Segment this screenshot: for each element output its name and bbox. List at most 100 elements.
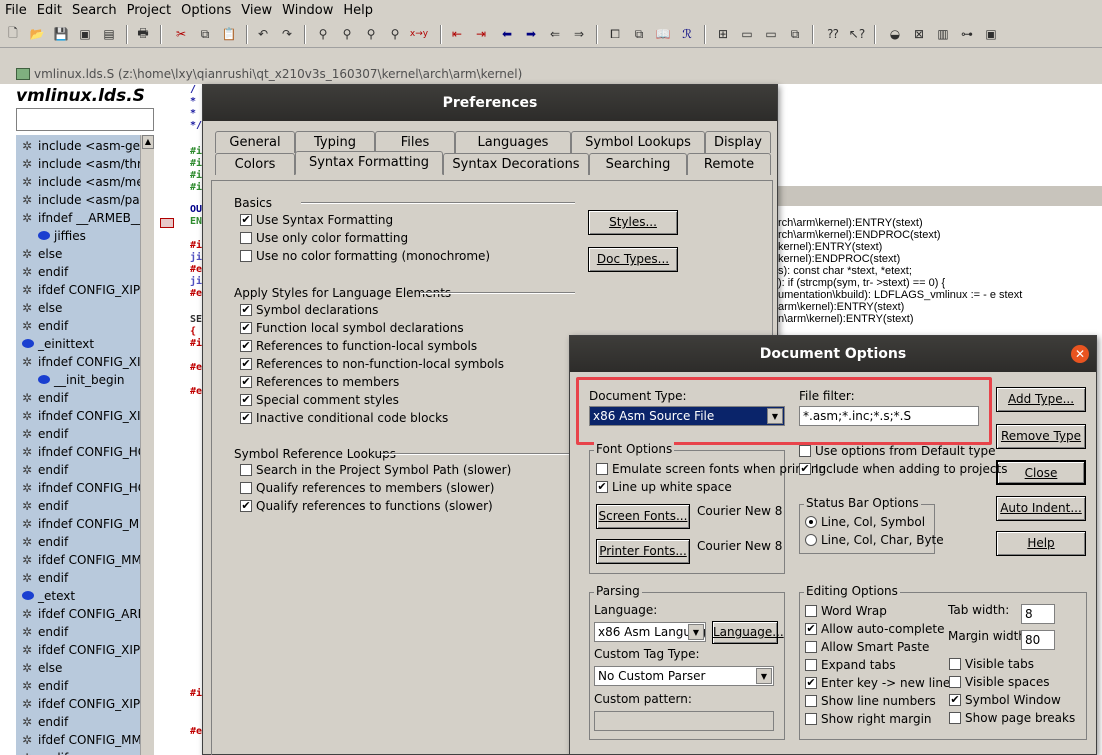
include-projects-checkbox[interactable]: ✔ [799,463,811,475]
apply-style-option-checkbox[interactable]: ✔ [240,394,252,406]
symbol-list-item[interactable]: ✲ endif [16,425,154,443]
symbol-list-item[interactable]: ✲ include <asm/pag [16,191,154,209]
auto-indent-button[interactable]: Auto Indent... [996,496,1086,521]
symbol-list[interactable]: ✲ include <asm-gen ✲ include <asm/thre ✲ incl… [16,135,154,755]
tab-files[interactable]: Files [375,131,455,153]
symbol-list-item[interactable]: ✲ ifdef CONFIG_XIP [16,641,154,659]
back-icon[interactable]: ⬅ [498,25,516,43]
symbol-list-item[interactable]: _etext [16,587,154,605]
symbol-list-item[interactable]: ✲ include <asm/thre [16,155,154,173]
symbol-list-item[interactable]: ✲ else [16,659,154,677]
close-icon[interactable]: ✕ [1071,345,1089,363]
symbol-list-item[interactable]: ✲ else [16,299,154,317]
symbol-list-item[interactable]: __init_begin [16,371,154,389]
editing-option-checkbox[interactable]: ✔ [805,623,817,635]
doc-types-button[interactable]: Doc Types... [588,247,678,272]
symbol-list-item[interactable]: ✲ endif [16,569,154,587]
tab-width-input[interactable]: 8 [1021,604,1055,624]
save-icon[interactable]: 💾 [52,25,70,43]
redo-icon[interactable]: ↷ [278,25,296,43]
remove-type-button[interactable]: Remove Type [996,424,1086,449]
styles-button[interactable]: Styles... [588,210,678,235]
symbol-search-input[interactable] [16,108,154,131]
custom-tag-select[interactable]: No Custom Parser ▼ [594,666,774,686]
file-filter-input[interactable]: *.asm;*.inc;*.s;*.S [799,406,979,426]
apply-style-option-checkbox[interactable]: ✔ [240,304,252,316]
symbol-list-item[interactable]: ✲ endif [16,497,154,515]
chevron-down-icon[interactable]: ▼ [767,408,783,424]
screen-fonts-button[interactable]: Screen Fonts... [596,504,690,529]
symbol-list-item[interactable]: ✲ ifndef CONFIG_HO [16,443,154,461]
language-select[interactable]: x86 Asm Language ▼ [594,622,706,642]
tab-typing[interactable]: Typing [295,131,375,153]
symbol-list-item[interactable]: ✲ ifdef CONFIG_XIP [16,281,154,299]
lookup-option-checkbox[interactable]: ✔ [240,500,252,512]
menu-file[interactable]: File [0,0,32,22]
editing-option-checkbox[interactable] [949,712,961,724]
menu-view[interactable]: View [236,0,277,22]
tab-remote[interactable]: Remote [687,153,771,175]
symbol-info-icon[interactable]: ⧠ [606,25,624,43]
menu-help[interactable]: Help [338,0,378,22]
editing-option-checkbox[interactable] [805,659,817,671]
language-button[interactable]: Language... [712,621,784,644]
menu-options[interactable]: Options [176,0,236,22]
find-prev-icon[interactable]: ⚲ [362,25,380,43]
symbol-list-item[interactable]: ✲ ifndef __ARMEB__ [16,209,154,227]
close-button[interactable]: Close [996,460,1086,485]
save-all-icon[interactable]: ▣ [76,25,94,43]
editing-option-checkbox[interactable] [949,658,961,670]
open-folder-icon[interactable]: 📂 [28,25,46,43]
jump-back-icon[interactable]: ⇐ [546,25,564,43]
scroll-up-icon[interactable]: ▲ [142,135,154,149]
new-file-icon[interactable]: 🗋 [4,25,22,43]
lookup-references-icon[interactable]: ℛ [678,25,696,43]
menu-search[interactable]: Search [67,0,122,22]
symbol-list-item[interactable]: ✲ endif [16,461,154,479]
apply-style-option-checkbox[interactable]: ✔ [240,376,252,388]
tab-general[interactable]: General [215,131,295,153]
symbol-list-item[interactable]: ✲ ifndef CONFIG_XI [16,353,154,371]
editing-option-checkbox[interactable] [805,713,817,725]
relations-icon[interactable]: ⧉ [630,25,648,43]
tab-syntax-formatting[interactable]: Syntax Formatting [295,151,443,175]
doc-type-select[interactable]: x86 Asm Source File ▼ [589,406,785,426]
tab-symbol-lookups[interactable]: Symbol Lookups [571,131,705,153]
copy-icon[interactable]: ⧉ [196,25,214,43]
window-cascade-icon[interactable]: ⧉ [786,25,804,43]
status-line-col-char-radio[interactable] [805,534,817,546]
paste-icon[interactable]: 📋 [220,25,238,43]
editing-option-checkbox[interactable]: ✔ [949,694,961,706]
tab-colors[interactable]: Colors [215,153,295,175]
menu-project[interactable]: Project [122,0,176,22]
menu-window[interactable]: Window [277,0,338,22]
symbol-list-item[interactable]: jiffies [16,227,154,245]
chevron-down-icon[interactable]: ▼ [756,668,772,684]
custom-pattern-input[interactable] [594,711,774,731]
tab-searching[interactable]: Searching [589,153,687,175]
symbol-list-item[interactable]: ✲ endif [16,713,154,731]
editing-option-checkbox[interactable] [949,676,961,688]
apply-style-option-checkbox[interactable]: ✔ [240,358,252,370]
help-button[interactable]: Help [996,531,1086,556]
print-icon[interactable]: 🖶 [134,25,152,43]
add-type-button[interactable]: Add Type... [996,387,1086,412]
tab-syntax-decorations[interactable]: Syntax Decorations [443,153,589,175]
editing-option-checkbox[interactable] [805,641,817,653]
basics-option-checkbox[interactable] [240,232,252,244]
editing-option-checkbox[interactable]: ✔ [805,677,817,689]
context-window-icon[interactable]: ◒ [886,25,904,43]
printer-fonts-button[interactable]: Printer Fonts... [596,539,690,564]
lookup-option-checkbox[interactable] [240,482,252,494]
jump-forward-icon[interactable]: ⇒ [570,25,588,43]
symbol-list-item[interactable]: ✲ else [16,245,154,263]
bookmark-next-icon[interactable]: ⇥ [472,25,490,43]
forward-icon[interactable]: ➡ [522,25,540,43]
editing-option-checkbox[interactable] [805,605,817,617]
symbol-list-item[interactable]: ✲ ifdef CONFIG_MM [16,731,154,749]
help-book-icon[interactable]: ▣ [982,25,1000,43]
cut-icon[interactable]: ✂ [172,25,190,43]
symbol-list-item[interactable]: ✲ endif [16,317,154,335]
margin-width-input[interactable]: 80 [1021,630,1055,650]
symbol-list-item[interactable]: ✲ ifndef CONFIG_XI [16,407,154,425]
